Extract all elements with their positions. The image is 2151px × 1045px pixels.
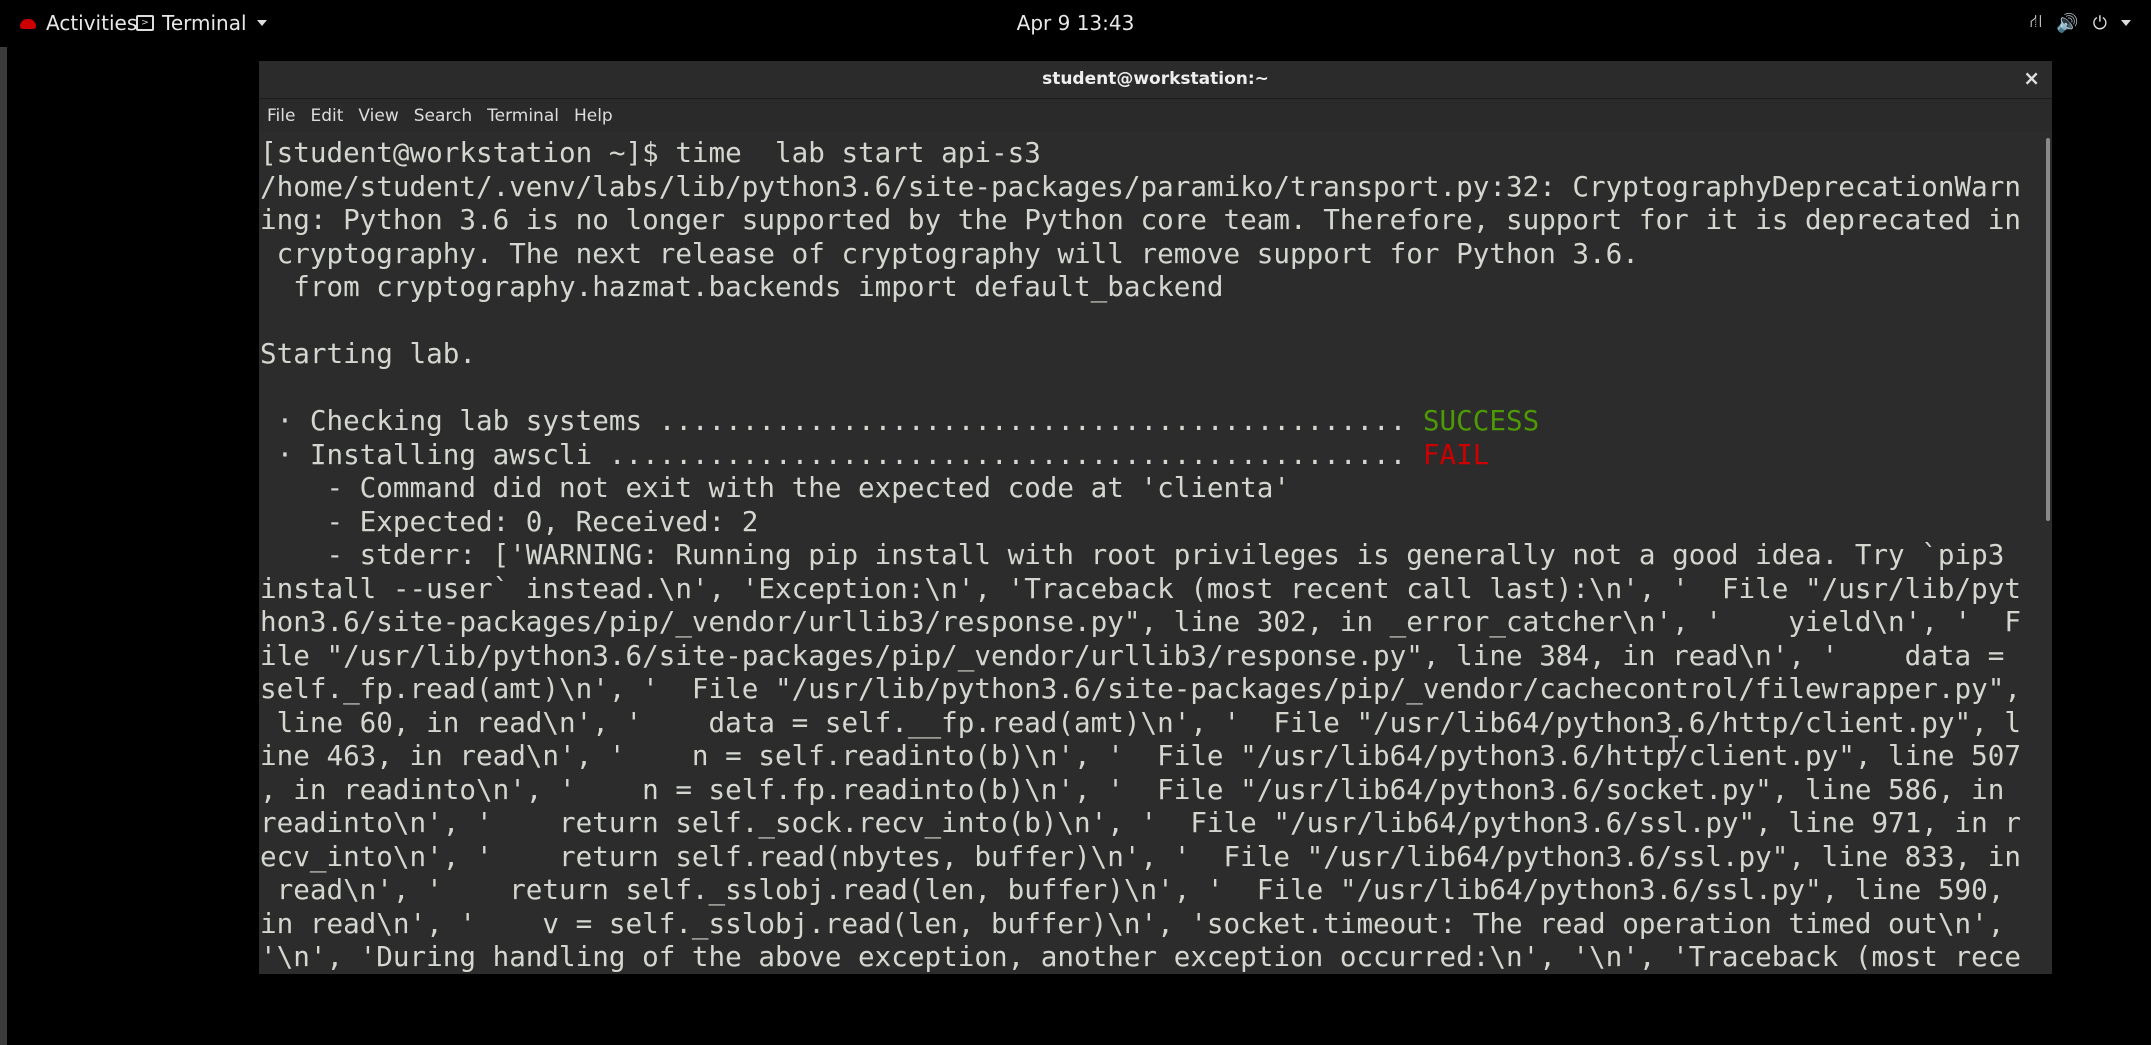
terminal-scrollbar[interactable] bbox=[2043, 132, 2052, 974]
terminal-line: install --user` instead.\n', 'Exception:… bbox=[260, 571, 2021, 605]
window-titlebar[interactable]: student@workstation:~ × bbox=[259, 61, 2052, 99]
terminal-text: [student@workstation ~]$ time lab start … bbox=[260, 136, 2021, 974]
install-awscli-text: · Installing awscli ....................… bbox=[260, 437, 1423, 471]
window-title: student@workstation:~ bbox=[1042, 69, 1269, 89]
menu-search[interactable]: Search bbox=[414, 106, 472, 126]
terminal-output-area[interactable]: [student@workstation ~]$ time lab start … bbox=[259, 132, 2043, 974]
terminal-line: ile "/usr/lib/python3.6/site-packages/pi… bbox=[260, 638, 2005, 672]
terminal-line: in read\n', ' v = self._sslobj.read(len,… bbox=[260, 906, 2005, 940]
status-fail: FAIL bbox=[1422, 437, 1490, 471]
menu-view[interactable]: View bbox=[358, 106, 398, 126]
terminal-line-install-awscli: · Installing awscli ....................… bbox=[260, 438, 2021, 472]
terminal-window: student@workstation:~ × File Edit View S… bbox=[259, 61, 2052, 974]
terminal-line: - Command did not exit with the expected… bbox=[260, 471, 1290, 504]
terminal-line: [student@workstation ~]$ time lab start … bbox=[260, 136, 1041, 169]
check-systems-text: · Checking lab systems .................… bbox=[260, 404, 1423, 437]
menu-terminal[interactable]: Terminal bbox=[487, 106, 559, 126]
terminal-line: /home/student/.venv/labs/lib/python3.6/s… bbox=[260, 169, 2021, 203]
terminal-line: from cryptography.hazmat.backends import… bbox=[260, 270, 1224, 303]
terminal-line: , in readinto\n', ' n = self.fp.readinto… bbox=[260, 772, 2005, 806]
terminal-line: readinto\n', ' return self._sock.recv_in… bbox=[260, 806, 2021, 839]
terminal-line: ecv_into\n', ' return self.read(nbytes, … bbox=[260, 839, 2021, 873]
clock[interactable]: Apr 9 13:43 bbox=[0, 11, 2151, 35]
terminal-line: Starting lab. bbox=[260, 337, 476, 370]
menu-bar: File Edit View Search Terminal Help bbox=[259, 99, 2052, 132]
menu-edit[interactable]: Edit bbox=[310, 106, 343, 126]
volume-icon: 🔊 bbox=[2056, 12, 2079, 34]
terminal-line: cryptography. The next release of crypto… bbox=[260, 236, 1639, 270]
system-status-menu[interactable]: ⛙ 🔊 ⏻ bbox=[2030, 11, 2131, 35]
terminal-line: self._fp.read(amt)\n', ' File "/usr/lib/… bbox=[260, 672, 2021, 705]
left-edge-panel bbox=[0, 0, 7, 1045]
mouse-ibeam-cursor-icon: I bbox=[1667, 733, 1681, 758]
menu-help[interactable]: Help bbox=[574, 106, 613, 126]
terminal-line: - stderr: ['WARNING: Running pip install… bbox=[260, 538, 2005, 571]
menu-file[interactable]: File bbox=[267, 106, 295, 126]
chevron-down-icon bbox=[2121, 20, 2131, 26]
scrollbar-thumb[interactable] bbox=[2046, 138, 2050, 521]
network-icon: ⛙ bbox=[2029, 11, 2043, 32]
terminal-line-check-systems: · Checking lab systems .................… bbox=[260, 404, 2021, 438]
terminal-line: line 60, in read\n', ' data = self.__fp.… bbox=[260, 705, 2021, 739]
terminal-line: ine 463, in read\n', ' n = self.readinto… bbox=[260, 739, 2021, 772]
terminal-line: ing: Python 3.6 is no longer supported b… bbox=[260, 203, 2021, 236]
status-success: SUCCESS bbox=[1422, 404, 1540, 437]
close-icon[interactable]: × bbox=[2023, 66, 2040, 90]
power-icon: ⏻ bbox=[2092, 12, 2107, 34]
terminal-line: - Expected: 0, Received: 2 bbox=[260, 504, 759, 538]
terminal-line: hon3.6/site-packages/pip/_vendor/urllib3… bbox=[260, 605, 2021, 638]
gnome-top-bar: Activities > Terminal Apr 9 13:43 ⛙ 🔊 ⏻ bbox=[0, 0, 2151, 47]
terminal-line: '\n', 'During handling of the above exce… bbox=[260, 940, 2021, 973]
terminal-line: read\n', ' return self._sslobj.read(len,… bbox=[260, 873, 2005, 906]
